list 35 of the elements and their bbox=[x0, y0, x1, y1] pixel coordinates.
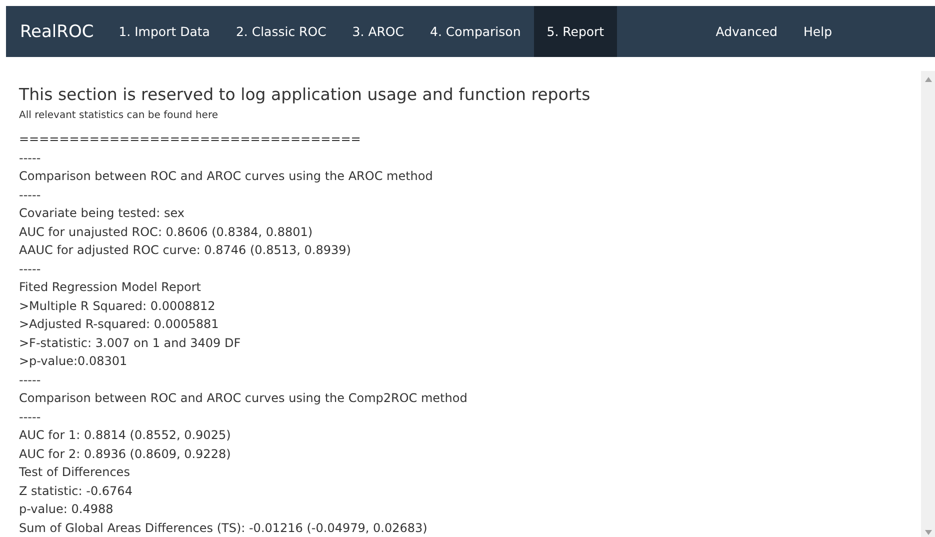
scroll-down-icon[interactable] bbox=[924, 530, 932, 535]
log-line: AAUC for adjusted ROC curve: 0.8746 (0.8513, 0.8939) bbox=[19, 242, 352, 259]
nav-tab[interactable]: 5. Report bbox=[534, 6, 618, 57]
log-line: Covariate being tested: sex bbox=[19, 205, 186, 222]
log-line: >Multiple R Squared: 0.0008812 bbox=[19, 298, 216, 314]
log-line: Fited Regression Model Report bbox=[19, 279, 202, 296]
section-title: This section is reserved to log application usage and function reports bbox=[19, 85, 592, 105]
log-line: >F-statistic: 3.007 on 1 and 3409 DF bbox=[19, 334, 242, 352]
log-line: >p-value:0.08301 bbox=[19, 353, 128, 370]
nav-tab[interactable]: 1. Import Data bbox=[106, 6, 223, 57]
log-line: ----- bbox=[19, 372, 42, 388]
nav-tab[interactable]: 3. AROC bbox=[339, 6, 417, 57]
log-line: AUC for 2: 0.8936 (0.8609, 0.9228) bbox=[19, 446, 232, 462]
log-line: AUC for 1: 0.8814 (0.8552, 0.9025) bbox=[19, 427, 232, 444]
nav-link[interactable]: Help bbox=[790, 6, 845, 57]
log-line: Sum of Global Areas Differences (TS): -0.01216 (-0.04979, 0.02683) bbox=[19, 520, 428, 536]
scrollbar[interactable] bbox=[921, 71, 935, 537]
log-line: Comparison between ROC and AROC curves using the AROC method bbox=[19, 168, 434, 185]
log-line: Comparison between ROC and AROC curves using the Comp2ROC method bbox=[19, 390, 468, 407]
log-line: p-value: 0.4988 bbox=[19, 501, 114, 518]
brand-title: RealROC bbox=[20, 20, 94, 44]
log-line: >Adjusted R-squared: 0.0005881 bbox=[19, 316, 220, 333]
log-line: Z statistic: -0.6764 bbox=[19, 482, 134, 500]
log-line: AUC for unajusted ROC: 0.8606 (0.8384, 0.8801) bbox=[19, 224, 314, 240]
log-line: ----- bbox=[19, 186, 42, 204]
log-line: ----- bbox=[19, 150, 42, 166]
scroll-up-icon[interactable] bbox=[924, 77, 932, 82]
nav-tab[interactable]: 2. Classic ROC bbox=[222, 6, 340, 57]
log-line: Test of Differences bbox=[19, 464, 131, 481]
nav-link[interactable]: Advanced bbox=[702, 6, 790, 57]
log-line: ----- bbox=[19, 260, 42, 278]
log-line: ----- bbox=[19, 408, 42, 426]
nav-tab[interactable]: 4. Comparison bbox=[417, 6, 534, 57]
log-line: ================================== bbox=[19, 131, 362, 148]
section-subtitle: All relevant statistics can be found here bbox=[19, 109, 219, 122]
